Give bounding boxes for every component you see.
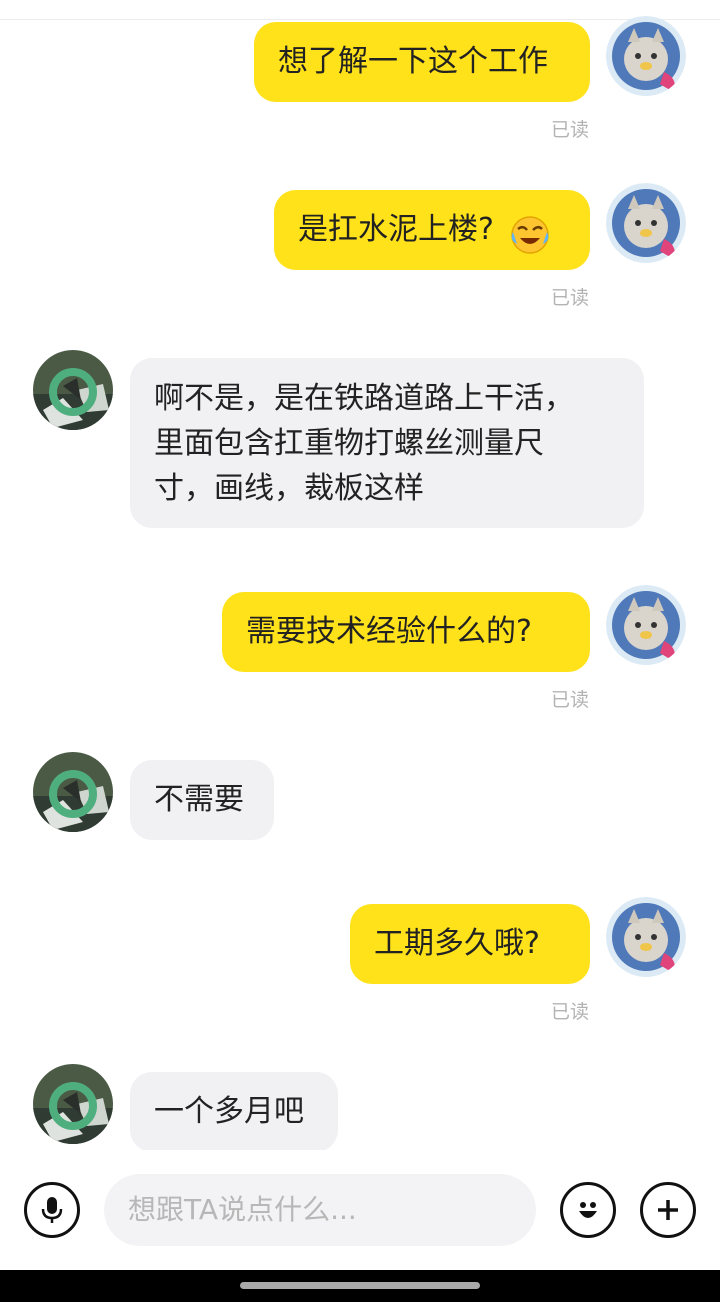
message-bubble-mine[interactable]: 需要技术经验什么的? bbox=[222, 592, 590, 672]
message-text-line: 寸，画线，裁板这样 bbox=[154, 471, 424, 506]
cat-astronaut-avatar-icon bbox=[606, 183, 686, 263]
message-text: 是扛水泥上楼? bbox=[298, 212, 494, 247]
my-avatar[interactable] bbox=[606, 585, 686, 665]
read-receipt: 已读 bbox=[550, 1001, 589, 1023]
plus-icon bbox=[658, 1200, 678, 1220]
contact-avatar[interactable] bbox=[33, 350, 113, 430]
message-text: 工期多久哦? bbox=[374, 926, 540, 961]
jade-bracelet-avatar-icon bbox=[33, 752, 113, 832]
contact-avatar[interactable] bbox=[33, 752, 113, 832]
emoji-button[interactable] bbox=[560, 1182, 616, 1238]
message-bubble-contact[interactable]: 不需要 bbox=[130, 760, 274, 840]
contact-avatar[interactable] bbox=[33, 1064, 113, 1144]
jade-bracelet-avatar-icon bbox=[33, 350, 113, 430]
message-input[interactable]: 想跟TA说点什么... bbox=[104, 1174, 536, 1246]
message-bubble-contact[interactable]: 啊不是，是在铁路道路上干活， 里面包含扛重物打螺丝测量尺 寸，画线，裁板这样 bbox=[130, 358, 644, 528]
read-receipt: 已读 bbox=[550, 119, 589, 141]
message-text-line: 里面包含扛重物打螺丝测量尺 bbox=[154, 426, 544, 461]
message-bubble-mine[interactable]: 工期多久哦? bbox=[350, 904, 590, 984]
header-divider bbox=[0, 19, 720, 20]
smiley-icon bbox=[579, 1202, 597, 1218]
message-composer: 想跟TA说点什么... bbox=[0, 1150, 720, 1270]
read-receipt: 已读 bbox=[550, 689, 589, 711]
system-navigation-bar bbox=[0, 1270, 720, 1302]
message-text: 需要技术经验什么的? bbox=[246, 614, 532, 649]
microphone-icon bbox=[41, 1197, 63, 1223]
message-bubble-mine[interactable]: 是扛水泥上楼? bbox=[274, 190, 590, 270]
cat-astronaut-avatar-icon bbox=[606, 16, 686, 96]
crying-laughing-emoji-icon bbox=[509, 207, 551, 254]
my-avatar[interactable] bbox=[606, 183, 686, 263]
my-avatar[interactable] bbox=[606, 16, 686, 96]
message-text-line: 啊不是，是在铁路道路上干活， bbox=[154, 381, 574, 416]
message-text: 一个多月吧 bbox=[154, 1094, 304, 1129]
cat-astronaut-avatar-icon bbox=[606, 585, 686, 665]
message-bubble-contact[interactable]: 一个多月吧 bbox=[130, 1072, 338, 1152]
more-button[interactable] bbox=[640, 1182, 696, 1238]
read-receipt: 已读 bbox=[550, 287, 589, 309]
my-avatar[interactable] bbox=[606, 897, 686, 977]
jade-bracelet-avatar-icon bbox=[33, 1064, 113, 1144]
message-text: 想了解一下这个工作 bbox=[278, 44, 548, 79]
home-gesture-handle[interactable] bbox=[240, 1282, 480, 1289]
voice-button[interactable] bbox=[24, 1182, 80, 1238]
message-bubble-mine[interactable]: 想了解一下这个工作 bbox=[254, 22, 590, 102]
message-text: 不需要 bbox=[154, 782, 244, 817]
cat-astronaut-avatar-icon bbox=[606, 897, 686, 977]
